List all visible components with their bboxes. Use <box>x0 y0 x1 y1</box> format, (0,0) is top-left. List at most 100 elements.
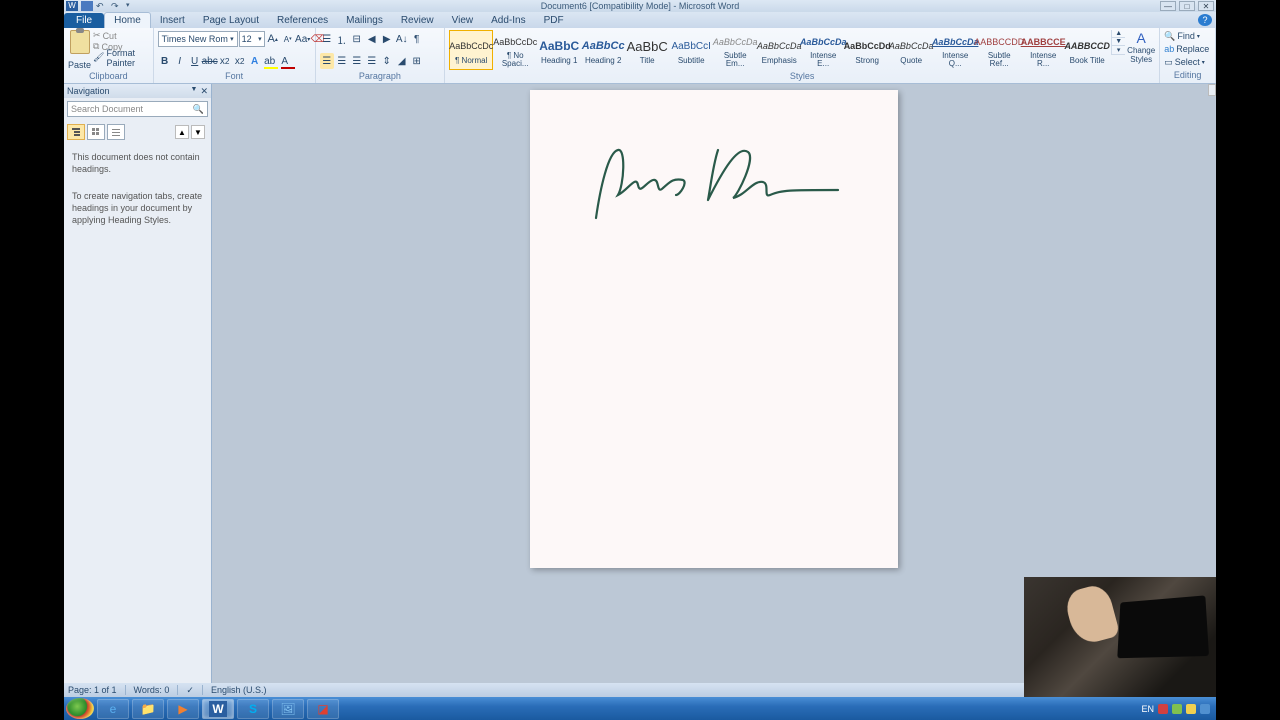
superscript-button[interactable]: x2 <box>233 53 247 69</box>
nav-tab-pages[interactable] <box>87 124 105 140</box>
tray-icon-1[interactable] <box>1158 704 1168 714</box>
style-intense-e-[interactable]: AaBbCcDaIntense E... <box>801 30 845 70</box>
nav-tab-results[interactable] <box>107 124 125 140</box>
bullets-button[interactable]: ☰ <box>320 31 334 47</box>
style-subtitle[interactable]: AaBbCcISubtitle <box>669 30 713 70</box>
status-words[interactable]: Words: 0 <box>134 685 170 695</box>
undo-icon[interactable]: ↶ <box>96 1 108 11</box>
style-quote[interactable]: AaBbCcDaQuote <box>889 30 933 70</box>
group-editing: 🔍Find▾ abReplace ▭Select▾ Editing <box>1160 28 1216 83</box>
nav-dropdown-icon[interactable]: ▼ <box>191 86 198 97</box>
tray-icon-4[interactable] <box>1200 704 1210 714</box>
increase-indent-button[interactable]: ▶ <box>380 31 394 47</box>
justify-button[interactable]: ☰ <box>365 53 379 69</box>
line-spacing-button[interactable]: ⇕ <box>380 53 394 69</box>
change-styles-button[interactable]: A Change Styles <box>1127 30 1155 64</box>
status-proofing-icon[interactable]: ✓ <box>186 685 194 696</box>
redo-icon[interactable]: ↷ <box>111 1 123 11</box>
taskbar-photos[interactable]: 🖼 <box>272 699 304 719</box>
font-size-input[interactable]: 12▾ <box>239 31 265 47</box>
shrink-font-icon[interactable]: A▾ <box>281 31 295 47</box>
change-case-icon[interactable]: Aa▾ <box>296 31 310 47</box>
close-button[interactable]: ✕ <box>1198 1 1214 11</box>
tray-icon-3[interactable] <box>1186 704 1196 714</box>
font-name-input[interactable]: Times New Rom▾ <box>158 31 238 47</box>
nav-tab-headings[interactable] <box>67 124 85 140</box>
tab-mailings[interactable]: Mailings <box>337 13 392 28</box>
style-title[interactable]: AaBbCTitle <box>625 30 669 70</box>
nav-prev-icon[interactable]: ▲ <box>175 125 189 139</box>
style-intense-q-[interactable]: AaBbCcDaIntense Q... <box>933 30 977 70</box>
tab-pdf[interactable]: PDF <box>535 13 573 28</box>
styles-up-icon[interactable]: ▲ <box>1112 30 1125 38</box>
signature-image <box>588 140 848 230</box>
help-icon[interactable]: ? <box>1198 14 1212 26</box>
tray-icon-2[interactable] <box>1172 704 1182 714</box>
taskbar-media[interactable]: ▶ <box>167 699 199 719</box>
qat-dropdown-icon[interactable]: ▾ <box>126 1 138 11</box>
styles-down-icon[interactable]: ▼ <box>1112 38 1125 46</box>
align-right-button[interactable]: ☰ <box>350 53 364 69</box>
font-color-button[interactable]: A <box>278 53 292 69</box>
status-page[interactable]: Page: 1 of 1 <box>68 685 117 695</box>
tray-lang[interactable]: EN <box>1141 704 1154 714</box>
shading-button[interactable]: ◢ <box>395 53 409 69</box>
format-painter-button[interactable]: 🖌Format Painter <box>93 52 149 63</box>
sort-button[interactable]: A↓ <box>395 31 409 47</box>
grow-font-icon[interactable]: A▴ <box>266 31 280 47</box>
taskbar-ie[interactable]: e <box>97 699 129 719</box>
show-marks-button[interactable]: ¶ <box>410 31 424 47</box>
tab-home[interactable]: Home <box>104 12 151 28</box>
taskbar-app[interactable]: ◪ <box>307 699 339 719</box>
status-language[interactable]: English (U.S.) <box>211 685 267 695</box>
minimize-button[interactable]: — <box>1160 1 1176 11</box>
paste-button[interactable]: Paste <box>68 30 91 70</box>
tab-references[interactable]: References <box>268 13 337 28</box>
style-intense-r-[interactable]: AABBCCEIntense R... <box>1021 30 1065 70</box>
tab-review[interactable]: Review <box>392 13 443 28</box>
style-subtle-ref-[interactable]: AABBCCDDSubtle Ref... <box>977 30 1021 70</box>
ruler-toggle[interactable] <box>1208 84 1216 96</box>
nav-next-icon[interactable]: ▼ <box>191 125 205 139</box>
find-button[interactable]: 🔍Find▾ <box>1164 30 1209 42</box>
tab-addins[interactable]: Add-Ins <box>482 13 534 28</box>
select-button[interactable]: ▭Select▾ <box>1164 56 1209 68</box>
taskbar-skype[interactable]: S <box>237 699 269 719</box>
style-book-title[interactable]: AABBCCDBook Title <box>1065 30 1109 70</box>
bold-button[interactable]: B <box>158 53 172 69</box>
taskbar-word[interactable]: W <box>202 699 234 719</box>
highlight-button[interactable]: ab <box>263 53 277 69</box>
borders-button[interactable]: ⊞ <box>410 53 424 69</box>
multilevel-button[interactable]: ⊟ <box>350 31 364 47</box>
style--normal[interactable]: AaBbCcDc¶ Normal <box>449 30 493 70</box>
save-icon[interactable] <box>81 1 93 11</box>
style-heading-2[interactable]: AaBbCcHeading 2 <box>581 30 625 70</box>
nav-close-icon[interactable]: ✕ <box>200 86 208 97</box>
align-left-button[interactable]: ☰ <box>320 53 334 69</box>
italic-button[interactable]: I <box>173 53 187 69</box>
taskbar-explorer[interactable]: 📁 <box>132 699 164 719</box>
start-button[interactable] <box>66 698 94 719</box>
tab-file[interactable]: File <box>64 13 104 28</box>
style-emphasis[interactable]: AaBbCcDaEmphasis <box>757 30 801 70</box>
text-effects-icon[interactable]: A <box>248 53 262 69</box>
subscript-button[interactable]: x2 <box>218 53 232 69</box>
document-page[interactable] <box>530 90 898 568</box>
style--no-spaci-[interactable]: AaBbCcDc¶ No Spaci... <box>493 30 537 70</box>
replace-button[interactable]: abReplace <box>1164 43 1209 55</box>
strikethrough-button[interactable]: abc <box>203 53 217 69</box>
decrease-indent-button[interactable]: ◀ <box>365 31 379 47</box>
style-heading-1[interactable]: AaBbCHeading 1 <box>537 30 581 70</box>
styles-more-icon[interactable]: ▾ <box>1112 46 1125 55</box>
align-center-button[interactable]: ☰ <box>335 53 349 69</box>
underline-button[interactable]: U <box>188 53 202 69</box>
tab-insert[interactable]: Insert <box>151 13 194 28</box>
numbering-button[interactable]: ⒈ <box>335 31 349 47</box>
tab-page-layout[interactable]: Page Layout <box>194 13 268 28</box>
style-strong[interactable]: AaBbCcDdStrong <box>845 30 889 70</box>
tab-view[interactable]: View <box>443 13 483 28</box>
maximize-button[interactable]: □ <box>1179 1 1195 11</box>
nav-search-input[interactable]: Search Document 🔍 <box>67 101 208 117</box>
group-paragraph: ☰ ⒈ ⊟ ◀ ▶ A↓ ¶ ☰ ☰ ☰ ☰ ⇕ ◢ ⊞ P <box>316 28 446 83</box>
style-subtle-em-[interactable]: AaBbCcDaSubtle Em... <box>713 30 757 70</box>
